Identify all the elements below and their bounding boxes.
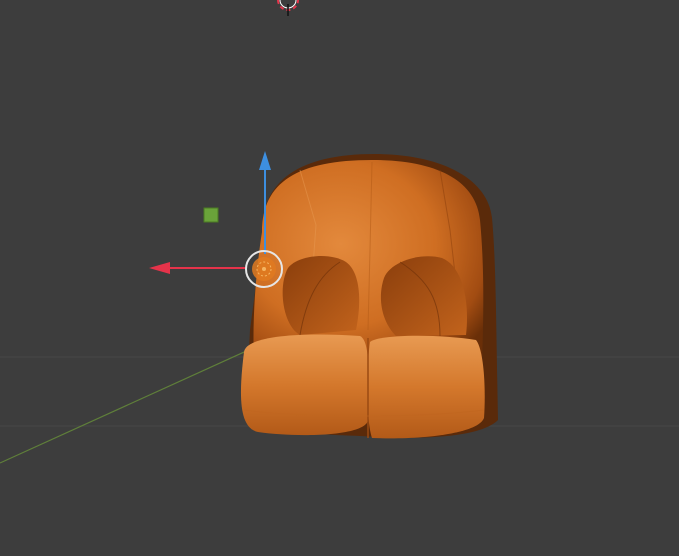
- 3d-cursor-icon[interactable]: [277, 0, 299, 16]
- left-eye-socket: [282, 256, 360, 335]
- transform-gizmo[interactable]: [149, 151, 283, 288]
- viewport-canvas[interactable]: [0, 0, 679, 556]
- x-axis-arrow[interactable]: [149, 262, 246, 274]
- plane-handle[interactable]: [203, 207, 219, 223]
- 3d-viewport[interactable]: [0, 0, 679, 556]
- jaw-left: [240, 334, 369, 436]
- jaw-right: [367, 335, 485, 439]
- right-eye-socket: [380, 256, 467, 336]
- skull-mesh-object[interactable]: [240, 154, 498, 439]
